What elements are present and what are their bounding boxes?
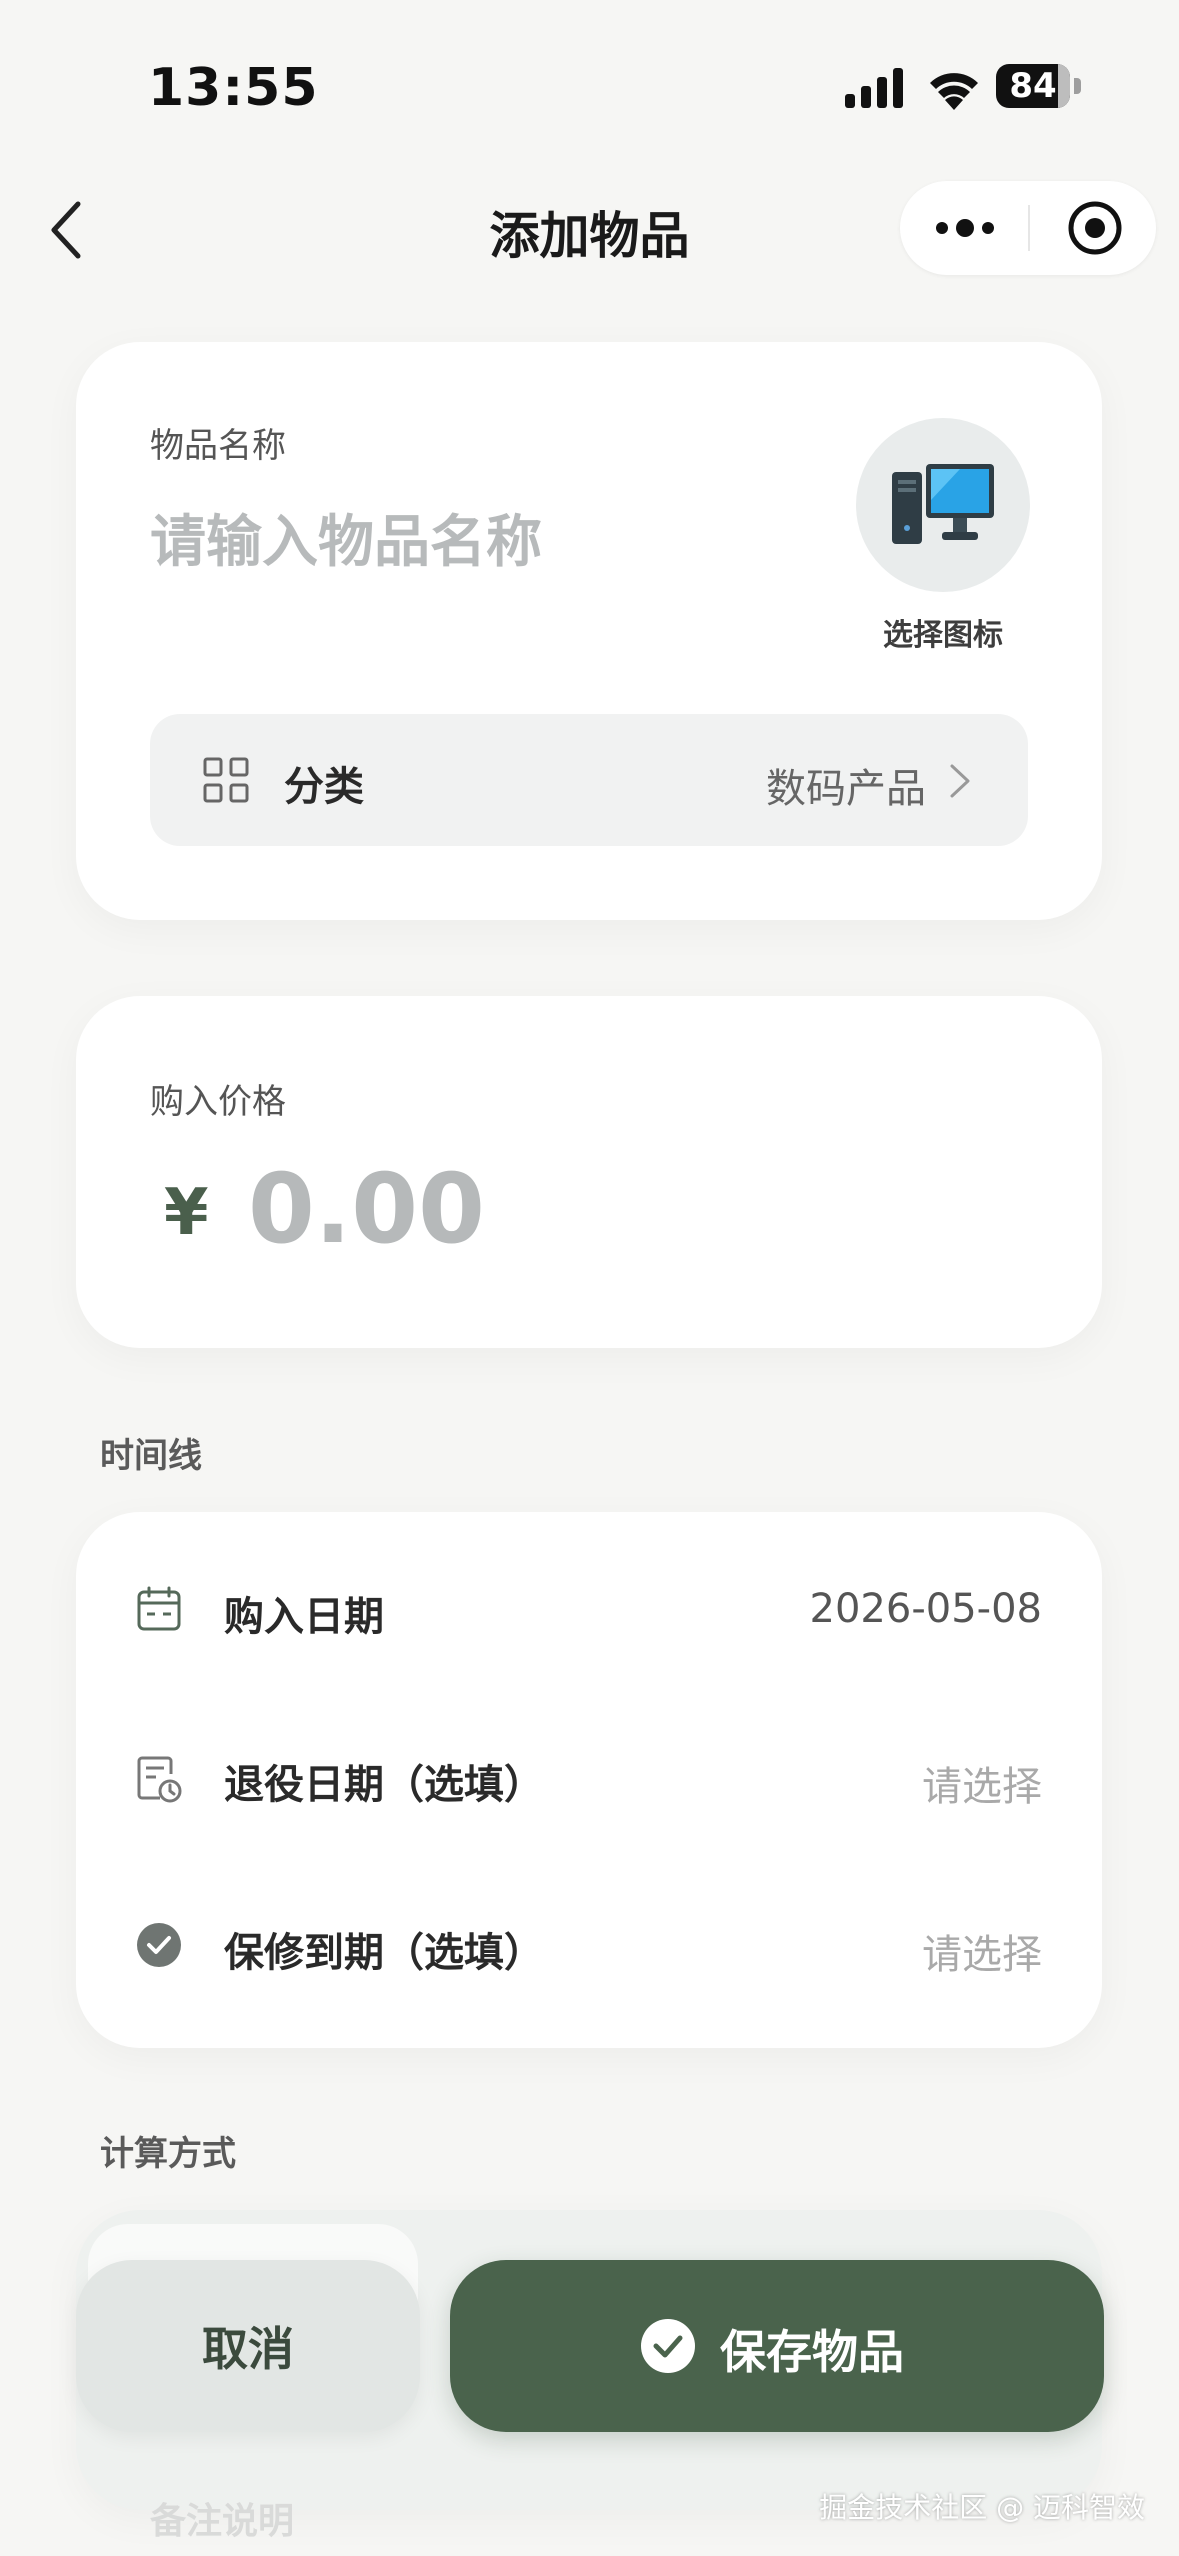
cellular-signal-icon (845, 68, 903, 108)
target-close-icon[interactable] (1066, 199, 1124, 257)
item-info-card: 物品名称 选择图标 分类 数码产品 (76, 342, 1102, 920)
warranty-date-label: 保修到期（选填） (224, 1930, 544, 1976)
warranty-date-value: 请选择 (922, 1932, 1042, 1978)
icon-picker-button[interactable] (856, 418, 1030, 592)
price-card: 购入价格 ¥ (76, 996, 1102, 1348)
category-selector[interactable]: 分类 数码产品 (150, 714, 1028, 846)
check-circle-icon (641, 2319, 695, 2373)
check-circle-icon (137, 1923, 181, 1967)
purchase-date-label: 购入日期 (224, 1594, 384, 1640)
battery-percent: 84 (1009, 66, 1057, 106)
mini-program-capsule (900, 181, 1156, 275)
watermark: 掘金技术社区 @ 迈科智效 (819, 2491, 1145, 2524)
capsule-divider (1028, 205, 1030, 251)
category-value: 数码产品 (766, 766, 926, 812)
timeline-card: 购入日期 2026-05-08 退役日期（选填） 请选择 保修到期（选填） 请选… (76, 1512, 1102, 2048)
calc-section-title: 计算方式 (100, 2134, 236, 2174)
calendar-clock-icon (137, 1756, 182, 1803)
save-item-label: 保存物品 (720, 2326, 904, 2378)
battery-icon: 84 (996, 64, 1070, 108)
retire-date-value: 请选择 (922, 1764, 1042, 1810)
cancel-button[interactable]: 取消 (76, 2260, 420, 2432)
grid-icon (203, 757, 249, 803)
purchase-date-row[interactable]: 购入日期 2026-05-08 (76, 1546, 1102, 1676)
item-name-input[interactable] (150, 502, 790, 582)
icon-picker-label: 选择图标 (883, 618, 1003, 653)
item-name-label: 物品名称 (150, 426, 286, 466)
retire-date-row[interactable]: 退役日期（选填） 请选择 (76, 1714, 1102, 1844)
timeline-section-title: 时间线 (100, 1436, 202, 1476)
battery-indicator: 84 (996, 64, 1082, 108)
currency-symbol: ¥ (164, 1176, 209, 1250)
price-label: 购入价格 (150, 1082, 286, 1122)
warranty-date-row[interactable]: 保修到期（选填） 请选择 (76, 1882, 1102, 2012)
category-label: 分类 (284, 764, 364, 810)
calendar-icon (137, 1586, 181, 1631)
wifi-icon (930, 73, 978, 110)
price-input[interactable] (248, 1144, 848, 1274)
purchase-date-value: 2026-05-08 (809, 1586, 1042, 1632)
battery-cap (1074, 78, 1081, 94)
status-time: 13:55 (148, 58, 319, 118)
remarks-label: 备注说明 (150, 2501, 295, 2542)
status-bar: 13:55 84 (0, 0, 1179, 170)
chevron-right-icon (950, 764, 970, 798)
desktop-computer-icon (892, 464, 994, 544)
retire-date-label: 退役日期（选填） (224, 1762, 544, 1808)
more-dots-icon[interactable] (930, 203, 1000, 253)
save-item-button[interactable]: 保存物品 (450, 2260, 1104, 2432)
